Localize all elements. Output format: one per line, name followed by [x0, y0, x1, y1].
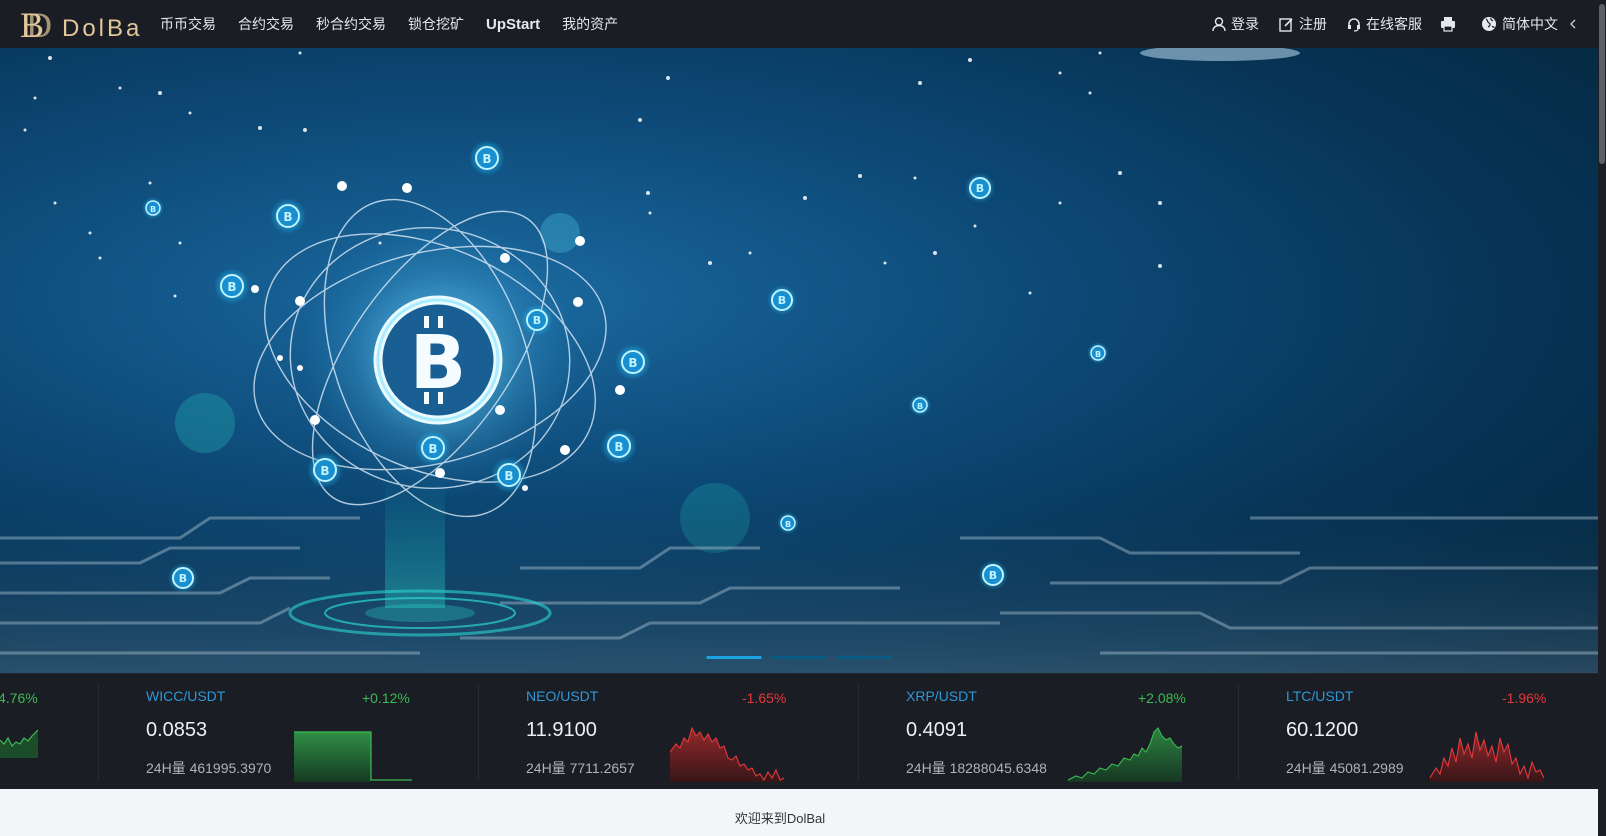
nav-upstart[interactable]: UpStart — [486, 16, 540, 33]
carousel-indicators — [706, 656, 892, 659]
market-ticker: 4.76% WICC/USDT +0.12% 0.0853 24H量 46199… — [0, 673, 1598, 789]
ticker-divider — [98, 684, 99, 780]
support-link[interactable]: 在线客服 — [1347, 14, 1422, 34]
ticker-card-ltc[interactable]: LTC/USDT -1.96% 60.1200 24H量 45081.2989 — [1238, 674, 1551, 790]
ticker-divider — [858, 684, 859, 780]
svg-text:B: B — [150, 205, 156, 214]
ticker-change: +2.08% — [1138, 690, 1186, 706]
svg-text:D: D — [26, 5, 52, 44]
carousel-dot-1[interactable] — [706, 656, 762, 659]
svg-text:B: B — [989, 569, 997, 582]
print-button[interactable] — [1440, 16, 1461, 32]
banner-illustration: B B B B B B B B B B B B B B B B B B — [0, 48, 1598, 673]
ticker-card-xrp[interactable]: XRP/USDT +2.08% 0.4091 24H量 18288045.634… — [858, 674, 1188, 790]
logo-mark-icon: B D DolBal — [20, 5, 140, 44]
ticker-price: 60.1200 — [1286, 719, 1359, 741]
edit-icon — [1279, 17, 1293, 32]
svg-text:B: B — [533, 314, 541, 327]
login-label: 登录 — [1231, 16, 1259, 32]
ticker-pair: LTC/USDT — [1286, 688, 1354, 704]
hero-banner[interactable]: B B B B B B B B B B B B B B B B B B — [0, 48, 1598, 673]
nav-contract-trade[interactable]: 合约交易 — [238, 14, 294, 34]
ticker-change: +0.12% — [362, 690, 410, 706]
ticker-sparkline — [1430, 731, 1545, 782]
svg-text:B: B — [628, 356, 637, 370]
svg-text:B: B — [320, 464, 329, 478]
svg-text:B: B — [428, 442, 437, 456]
ticker-sparkline — [1068, 727, 1183, 782]
header-actions: 登录 注册 在线客服 简体中文 — [1192, 0, 1578, 48]
svg-text:B: B — [227, 280, 236, 294]
nav-my-assets[interactable]: 我的资产 — [562, 14, 618, 34]
ticker-volume: 24H量 18288045.6348 — [906, 760, 1047, 776]
svg-text:B: B — [504, 469, 513, 483]
ticker-volume: 24H量 45081.2989 — [1286, 760, 1404, 776]
ticker-price: 11.9100 — [526, 719, 597, 741]
nav-second-contract[interactable]: 秒合约交易 — [316, 14, 386, 34]
ticker-price: 0.4091 — [906, 719, 968, 741]
ticker-card-neo[interactable]: NEO/USDT -1.65% 11.9100 24H量 7711.2657 — [478, 674, 791, 790]
ticker-change: 4.76% — [0, 690, 38, 706]
ticker-sparkline — [670, 726, 785, 782]
svg-text:B: B — [179, 572, 187, 585]
headset-icon — [1348, 17, 1360, 32]
ticker-sparkline — [0, 729, 39, 758]
ticker-volume: 24H量 461995.3970 — [146, 760, 272, 776]
ticker-divider — [478, 684, 479, 780]
svg-text:B: B — [482, 152, 491, 166]
register-link[interactable]: 注册 — [1279, 14, 1327, 34]
logo[interactable]: B D DolBal — [20, 4, 140, 44]
chevron-left-icon — [1570, 19, 1576, 29]
ticker-sparkline — [294, 731, 412, 782]
ticker-divider — [1238, 684, 1239, 780]
register-label: 注册 — [1299, 16, 1327, 32]
globe-icon — [1482, 17, 1496, 31]
page-scrollbar[interactable] — [1598, 0, 1606, 836]
main-nav: 币币交易 合约交易 秒合约交易 锁仓挖矿 UpStart 我的资产 — [160, 14, 640, 34]
welcome-section: 欢迎来到DolBal — [0, 789, 1598, 836]
printer-icon — [1441, 17, 1455, 32]
svg-text:B: B — [976, 182, 984, 195]
support-label: 在线客服 — [1366, 16, 1422, 32]
carousel-dot-3[interactable] — [836, 656, 892, 659]
svg-text:B: B — [614, 440, 623, 454]
ticker-pair: XRP/USDT — [906, 688, 977, 704]
carousel-dot-2[interactable] — [771, 656, 827, 659]
ticker-card-wicc[interactable]: WICC/USDT +0.12% 0.0853 24H量 461995.3970 — [98, 674, 412, 790]
svg-text:B: B — [778, 294, 786, 307]
ticker-card-partial[interactable]: 4.76% — [0, 674, 40, 790]
svg-text:B: B — [917, 402, 923, 411]
ticker-price: 0.0853 — [146, 719, 208, 741]
svg-text:DolBal: DolBal — [62, 15, 140, 42]
ticker-pair: NEO/USDT — [526, 688, 599, 704]
login-link[interactable]: 登录 — [1212, 14, 1259, 34]
ticker-change: -1.96% — [1502, 690, 1547, 706]
ticker-volume: 24H量 7711.2657 — [526, 760, 635, 776]
top-header: B D DolBal 币币交易 合约交易 秒合约交易 锁仓挖矿 UpStart … — [0, 0, 1598, 48]
ticker-change: -1.65% — [742, 690, 787, 706]
scrollbar-thumb[interactable] — [1599, 4, 1605, 164]
nav-spot-trade[interactable]: 币币交易 — [160, 14, 216, 34]
welcome-text: 欢迎来到DolBal — [734, 811, 826, 826]
language-selector[interactable]: 简体中文 — [1481, 14, 1578, 34]
svg-text:B: B — [1095, 350, 1101, 359]
user-icon — [1212, 16, 1226, 31]
ticker-pair: WICC/USDT — [146, 688, 226, 704]
svg-text:B: B — [785, 520, 791, 529]
language-label: 简体中文 — [1502, 16, 1558, 32]
nav-lock-mining[interactable]: 锁仓挖矿 — [408, 14, 464, 34]
svg-text:B: B — [283, 210, 292, 224]
